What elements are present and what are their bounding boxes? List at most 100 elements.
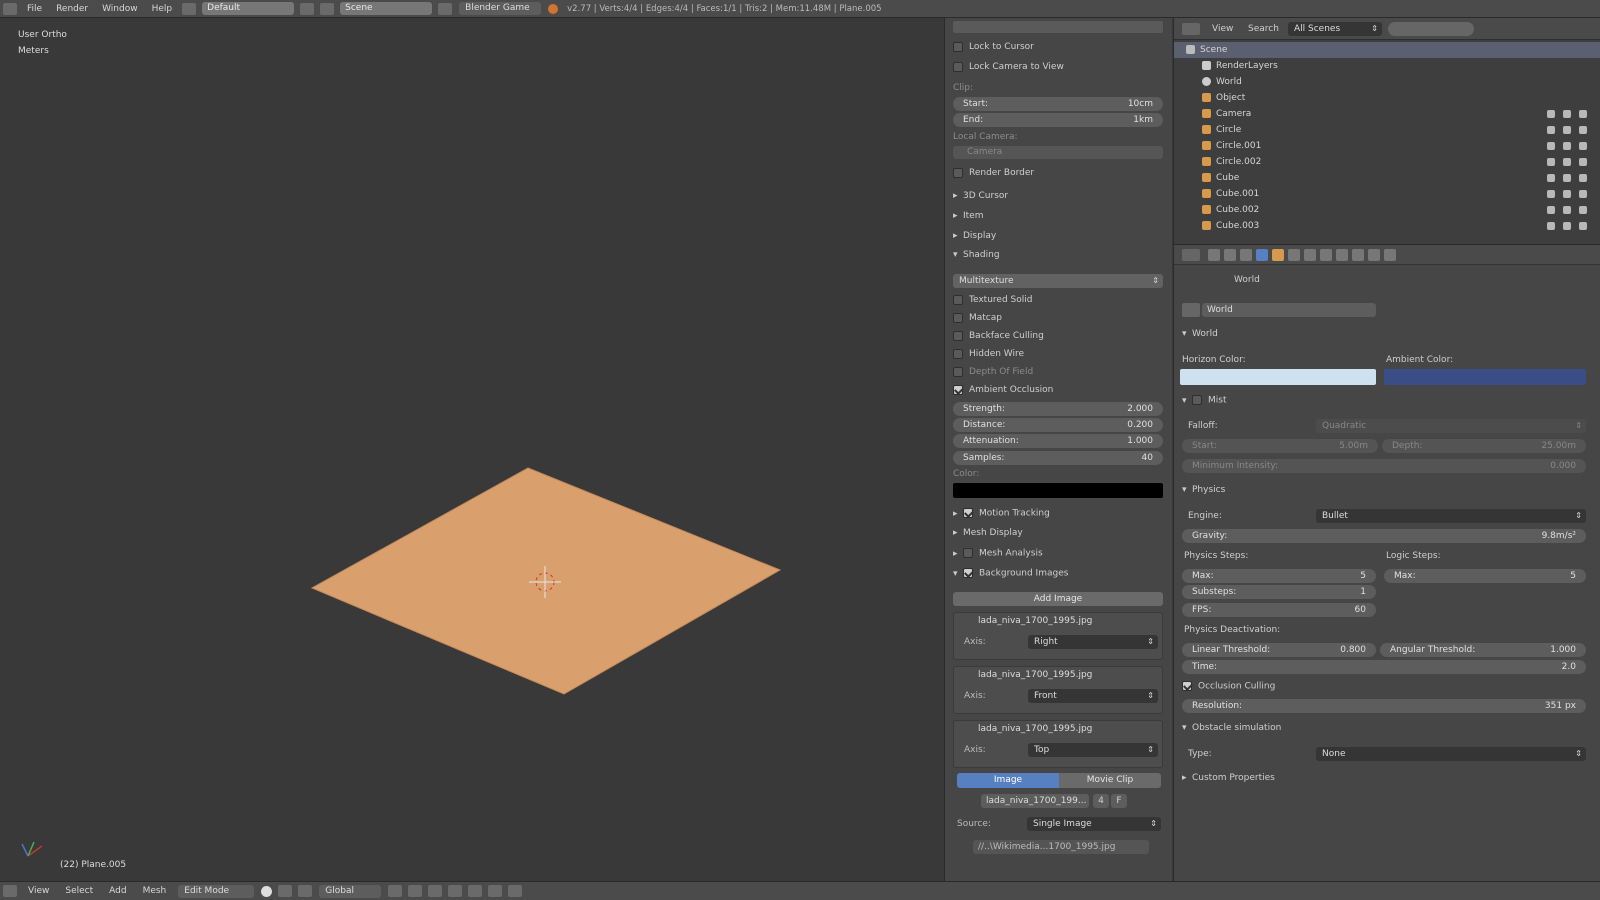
motion-tracking-checkbox[interactable] — [963, 508, 973, 518]
outliner-item-circle-001[interactable]: Circle.001 — [1174, 138, 1600, 154]
viewport-canvas[interactable] — [0, 18, 944, 881]
outliner-display-mode-select[interactable]: All Scenes — [1288, 22, 1382, 36]
properties-editor-icon[interactable] — [1182, 249, 1200, 261]
local-camera-field[interactable]: Camera — [953, 146, 1163, 159]
edge-select-icon[interactable] — [428, 885, 443, 897]
layers-icon[interactable] — [388, 885, 403, 897]
restrict-toggles[interactable] — [1547, 126, 1587, 134]
physics-engine-select[interactable]: Bullet — [1316, 509, 1586, 523]
menu-select[interactable]: Select — [65, 886, 93, 896]
add-image-button[interactable]: Add Image — [953, 592, 1163, 606]
bg-image-item-3[interactable]: lada_niva_1700_1995.jpg Axis: Top — [953, 720, 1163, 768]
bg-image-item-1[interactable]: lada_niva_1700_1995.jpg Axis: Right — [953, 612, 1163, 660]
section-world[interactable]: ▾ World — [1182, 329, 1218, 339]
data-tab-icon[interactable] — [1320, 249, 1332, 261]
linear-threshold-field[interactable]: Linear Threshold: 0.800 — [1182, 643, 1376, 657]
ambient-color-swatch[interactable] — [1384, 369, 1586, 385]
render-preview-icon[interactable] — [508, 885, 523, 897]
gravity-field[interactable]: Gravity: 9.8m/s² — [1182, 529, 1586, 543]
restrict-toggles[interactable] — [1547, 110, 1587, 118]
add-layout-icon[interactable] — [300, 2, 315, 15]
lock-to-cursor-checkbox[interactable] — [953, 41, 963, 52]
ambient-occlusion-checkbox[interactable] — [953, 384, 963, 395]
source-select[interactable]: Single Image — [1027, 817, 1161, 831]
layout-icon[interactable] — [182, 2, 197, 15]
tab-image[interactable]: Image — [957, 773, 1059, 788]
section-shading[interactable]: ▾ Shading — [953, 250, 1000, 260]
outliner-item-object[interactable]: Object — [1174, 90, 1600, 106]
ao-distance-field[interactable]: Distance: 0.200 — [953, 418, 1163, 432]
particles-tab-icon[interactable] — [1368, 249, 1380, 261]
proportional-edit-icon[interactable] — [468, 885, 483, 897]
menu-help[interactable]: Help — [152, 4, 173, 14]
section-mesh-display[interactable]: ▸ Mesh Display — [953, 528, 1023, 538]
fps-field[interactable]: FPS: 60 — [1182, 603, 1376, 617]
vertex-select-icon[interactable] — [408, 885, 423, 897]
clip-end-field[interactable]: End: 1km — [953, 113, 1163, 127]
menu-file[interactable]: File — [27, 4, 42, 14]
mode-select[interactable]: Edit Mode — [178, 884, 255, 898]
image-path-field[interactable]: //..\Wikimedia...1700_1995.jpg — [973, 840, 1149, 854]
depth-of-field-row[interactable]: Depth Of Field — [953, 365, 1033, 379]
scene-tab-icon[interactable] — [1240, 249, 1252, 261]
bg-image-item-2[interactable]: lada_niva_1700_1995.jpg Axis: Front — [953, 666, 1163, 714]
matcap-checkbox[interactable] — [953, 312, 963, 323]
ao-attenuation-field[interactable]: Attenuation: 1.000 — [953, 434, 1163, 448]
physics-tab-icon[interactable] — [1384, 249, 1396, 261]
backface-culling-checkbox[interactable] — [953, 330, 963, 341]
viewport-shading-icon[interactable] — [261, 885, 273, 897]
lock-camera-row[interactable]: Lock Camera to View — [953, 60, 1064, 74]
constraints-tab-icon[interactable] — [1288, 249, 1300, 261]
ambient-occlusion-row[interactable]: Ambient Occlusion — [953, 383, 1053, 397]
logic-max-field[interactable]: Max: 5 — [1384, 569, 1586, 583]
bg-image-axis-select[interactable]: Right — [1028, 635, 1158, 649]
section-custom-properties[interactable]: ▸ Custom Properties — [1182, 773, 1275, 783]
lock-camera-checkbox[interactable] — [953, 61, 963, 72]
outliner-item-circle-002[interactable]: Circle.002 — [1174, 154, 1600, 170]
restrict-toggles[interactable] — [1547, 142, 1587, 150]
matcap-row[interactable]: Matcap — [953, 311, 1002, 325]
pivot-point-icon[interactable] — [278, 885, 293, 897]
restrict-toggles[interactable] — [1547, 222, 1587, 230]
substeps-field[interactable]: Substeps: 1 — [1182, 585, 1376, 599]
object-tab-icon[interactable] — [1272, 249, 1284, 261]
ao-color-swatch[interactable] — [953, 483, 1163, 498]
modifiers-tab-icon[interactable] — [1304, 249, 1316, 261]
menu-window[interactable]: Window — [102, 4, 138, 14]
scene-icon[interactable] — [320, 2, 335, 15]
hidden-wire-row[interactable]: Hidden Wire — [953, 347, 1024, 361]
bg-image-axis-select[interactable]: Top — [1028, 743, 1158, 757]
occlusion-culling-checkbox[interactable] — [1182, 681, 1192, 691]
angular-threshold-field[interactable]: Angular Threshold: 1.000 — [1380, 643, 1586, 657]
3d-viewport[interactable]: User Ortho Meters (22) Plane.005 — [0, 18, 944, 881]
backface-culling-row[interactable]: Backface Culling — [953, 329, 1044, 343]
image-fake-user-button[interactable]: F — [1111, 794, 1127, 808]
mist-min-intensity-field[interactable]: Minimum Intensity: 0.000 — [1182, 459, 1586, 473]
textured-solid-row[interactable]: Textured Solid — [953, 293, 1032, 307]
outliner-search-input[interactable] — [1388, 22, 1474, 36]
section-mesh-analysis[interactable]: ▸ Mesh Analysis — [953, 548, 1043, 559]
bg-image-axis-select[interactable]: Front — [1028, 689, 1158, 703]
snap-icon[interactable] — [488, 885, 503, 897]
editor-type-icon[interactable] — [3, 2, 17, 15]
section-display[interactable]: ▸ Display — [953, 231, 996, 241]
world-datablock-icon[interactable] — [1182, 303, 1200, 317]
material-tab-icon[interactable] — [1336, 249, 1348, 261]
outliner-item-world[interactable]: World — [1174, 74, 1600, 90]
outliner-item-camera[interactable]: Camera — [1174, 106, 1600, 122]
restrict-toggles[interactable] — [1547, 190, 1587, 198]
depth-of-field-checkbox[interactable] — [953, 366, 963, 377]
restrict-toggles[interactable] — [1547, 206, 1587, 214]
render-border-checkbox[interactable] — [953, 167, 963, 178]
time-field[interactable]: Time: 2.0 — [1182, 660, 1586, 674]
mist-depth-field[interactable]: Depth: 25.00m — [1382, 439, 1586, 453]
clip-start-field[interactable]: Start: 10cm — [953, 97, 1163, 111]
bg-image-filename[interactable]: lada_niva_1700_1995.jpg — [978, 724, 1092, 734]
mist-start-field[interactable]: Start: 5.00m — [1182, 439, 1378, 453]
scene-field[interactable]: Scene — [340, 2, 433, 15]
transform-orientation-select[interactable]: Global — [319, 884, 382, 898]
section-background-images[interactable]: ▾ Background Images — [953, 568, 1068, 579]
hidden-wire-checkbox[interactable] — [953, 348, 963, 359]
screen-layout-field[interactable]: Default — [202, 2, 295, 15]
outliner-editor-icon[interactable] — [1182, 23, 1200, 35]
